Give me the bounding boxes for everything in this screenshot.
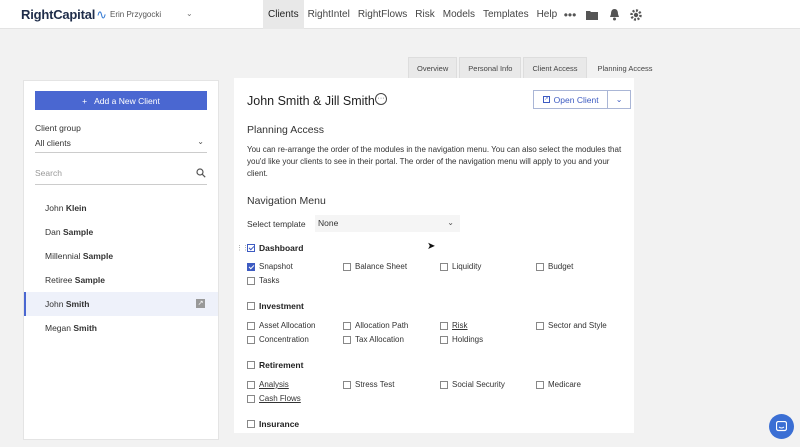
chevron-down-icon: ⌄ [197, 137, 204, 146]
chevron-down-icon[interactable]: ⌄ [608, 91, 630, 108]
nav-rightintel[interactable]: RightIntel [304, 0, 354, 29]
module-checkbox[interactable]: Snapshot [247, 262, 293, 271]
module-checkbox[interactable]: Social Security [440, 380, 505, 389]
client-sidebar: + Add a New Client Client group All clie… [23, 80, 219, 440]
more-icon[interactable]: ••• [563, 8, 577, 22]
planning-access-panel: John Smith & Jill Smith ··· ↗ Open Clien… [234, 78, 634, 433]
tab-planning-access[interactable]: Planning Access [588, 57, 662, 78]
planning-access-title: Planning Access [247, 124, 325, 136]
nav-risk[interactable]: Risk [411, 0, 438, 29]
module-checkbox[interactable]: Tasks [247, 276, 279, 285]
nav-rightflows[interactable]: RightFlows [354, 0, 411, 29]
add-client-button[interactable]: + Add a New Client [35, 91, 207, 110]
section-label: Investment [259, 301, 304, 311]
chevron-down-icon: ⌄ [447, 218, 454, 227]
client-item[interactable]: Megan Smith [24, 316, 218, 340]
nav-help[interactable]: Help [533, 0, 562, 29]
module-checkbox[interactable]: Analysis [247, 380, 289, 389]
nav-templates[interactable]: Templates [479, 0, 533, 29]
client-item[interactable]: John Klein [24, 196, 218, 220]
module-checkbox[interactable]: Liquidity [440, 262, 481, 271]
open-external-icon[interactable]: ↗ [196, 299, 205, 308]
client-item[interactable]: Dan Sample [24, 220, 218, 244]
client-item-active[interactable]: John Smith ↗ [24, 292, 218, 316]
section-dashboard: ⋮⋮ Dashboard [236, 242, 304, 254]
logo[interactable]: RightCapital∿ [21, 7, 107, 23]
section-checkbox[interactable] [247, 361, 255, 369]
nav-models[interactable]: Models [439, 0, 479, 29]
section-checkbox[interactable] [247, 302, 255, 310]
tab-overview[interactable]: Overview [408, 57, 458, 78]
planning-access-description: You can re-arrange the order of the modu… [247, 145, 622, 178]
open-client-button-group: ↗ Open Client ⌄ [533, 90, 631, 109]
nav-clients[interactable]: Clients [263, 0, 304, 29]
select-template-label: Select template [247, 219, 306, 229]
module-checkbox[interactable]: Allocation Path [343, 321, 408, 330]
section-checkbox[interactable] [247, 420, 255, 428]
user-menu[interactable]: Erin Przygocki [110, 10, 161, 19]
client-search-input[interactable]: Search [35, 168, 207, 185]
section-insurance: Insurance [247, 418, 299, 430]
bell-icon[interactable] [607, 8, 621, 22]
main-nav: Clients RightIntel RightFlows Risk Model… [263, 0, 561, 29]
nav-icons: ••• [563, 0, 643, 29]
section-label: Insurance [259, 419, 300, 429]
mouse-cursor-icon: ➤ [427, 241, 436, 252]
client-list: John Klein Dan Sample Millennial Sample … [24, 196, 218, 340]
plus-icon: + [82, 95, 88, 106]
section-label: Dashboard [259, 243, 304, 253]
tab-personal-info[interactable]: Personal Info [459, 57, 522, 78]
client-group-label: Client group [35, 123, 81, 133]
module-checkbox[interactable]: Asset Allocation [247, 321, 315, 330]
section-investment: Investment [247, 300, 304, 312]
module-checkbox[interactable]: Budget [536, 262, 573, 271]
chevron-down-icon[interactable]: ⌄ [186, 9, 193, 18]
logo-mark-icon: ∿ [96, 7, 107, 22]
open-icon: ↗ [542, 96, 550, 103]
section-checkbox[interactable] [247, 244, 255, 252]
search-icon [196, 168, 206, 181]
client-item[interactable]: Millennial Sample [24, 244, 218, 268]
client-group-select[interactable]: All clients ⌄ [35, 137, 207, 153]
module-checkbox[interactable]: Medicare [536, 380, 581, 389]
module-checkbox[interactable]: Tax Allocation [343, 335, 404, 344]
client-name: John Smith & Jill Smith [247, 94, 375, 108]
module-checkbox[interactable]: Holdings [440, 335, 483, 344]
client-tabs: Overview Personal Info Client Access Pla… [408, 57, 664, 78]
module-checkbox[interactable]: Sector and Style [536, 321, 607, 330]
client-item[interactable]: Retiree Sample [24, 268, 218, 292]
module-checkbox[interactable]: Risk [440, 321, 468, 330]
section-label: Retirement [259, 360, 304, 370]
open-client-button[interactable]: ↗ Open Client [534, 91, 609, 108]
top-nav: RightCapital∿ Erin Przygocki ⌄ Clients R… [0, 0, 800, 29]
more-options-icon[interactable]: ··· [375, 93, 387, 105]
module-checkbox[interactable]: Balance Sheet [343, 262, 407, 271]
module-checkbox[interactable]: Cash Flows [247, 394, 301, 403]
tab-client-access[interactable]: Client Access [523, 57, 587, 78]
folder-icon[interactable] [585, 8, 599, 22]
navigation-menu-title: Navigation Menu [247, 195, 326, 207]
section-retirement: Retirement [247, 359, 303, 371]
gear-icon[interactable] [629, 8, 643, 22]
module-checkbox[interactable]: Stress Test [343, 380, 394, 389]
chat-icon[interactable] [769, 414, 794, 439]
select-template-dropdown[interactable]: None ⌄ [315, 215, 460, 232]
module-checkbox[interactable]: Concentration [247, 335, 309, 344]
